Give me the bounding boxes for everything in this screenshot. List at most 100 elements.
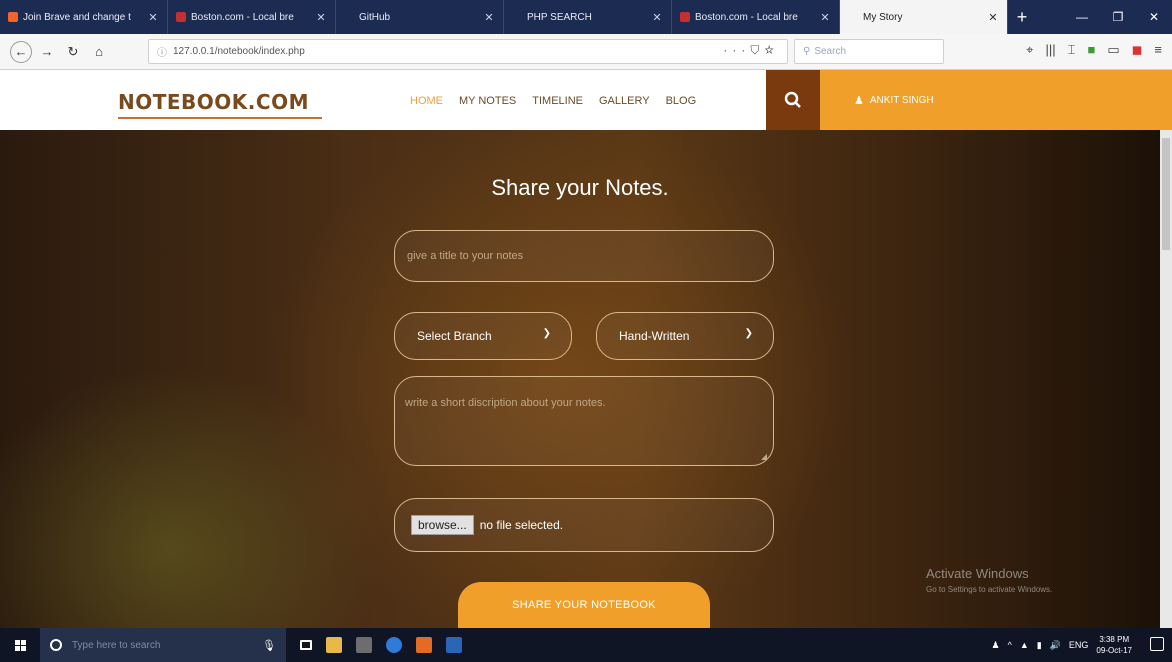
info-icon[interactable]: ⓘ bbox=[157, 44, 167, 59]
clock-date: 09-Oct-17 bbox=[1096, 646, 1132, 655]
home-icon[interactable]: ⌂ bbox=[88, 41, 110, 63]
library-icon[interactable]: ||| bbox=[1046, 42, 1056, 58]
tab-title: Boston.com - Local bre bbox=[695, 11, 798, 23]
user-menu[interactable]: ♟ ANKIT SINGH bbox=[820, 70, 1172, 130]
browser-tab[interactable]: Boston.com - Local bre ✕ bbox=[168, 0, 336, 34]
browser-tab-active[interactable]: My Story ✕ bbox=[840, 0, 1008, 34]
taskbar-search[interactable]: Type here to search 🎙 bbox=[40, 628, 286, 662]
menu-item-home[interactable]: HOME bbox=[410, 95, 443, 107]
more-actions-icon[interactable]: ··· bbox=[723, 43, 750, 57]
forward-icon[interactable]: → bbox=[36, 41, 58, 63]
logo-underline bbox=[118, 117, 322, 119]
share-notebook-button[interactable]: SHARE YOUR NOTEBOOK bbox=[458, 582, 710, 628]
browser-tab[interactable]: Join Brave and change t ✕ bbox=[0, 0, 168, 34]
tab-favicon-icon bbox=[848, 12, 858, 22]
volume-icon[interactable]: 🔊 bbox=[1050, 640, 1061, 651]
battery-icon[interactable]: ▮ bbox=[1037, 640, 1042, 651]
reader-icon[interactable]: ⌶ bbox=[1068, 42, 1076, 58]
tab-favicon-icon bbox=[8, 12, 18, 22]
user-name: ANKIT SINGH bbox=[869, 94, 934, 106]
activate-windows-watermark: Activate Windows Go to Settings to activ… bbox=[926, 566, 1052, 594]
browser-tools: ⌖ ||| ⌶ ■ ▭ ◼ ≡ bbox=[1026, 42, 1162, 58]
close-tab-icon[interactable]: ✕ bbox=[483, 11, 495, 24]
cortana-icon bbox=[50, 639, 62, 651]
tab-title: Join Brave and change t bbox=[23, 11, 131, 23]
clock[interactable]: 3:38 PM 09-Oct-17 bbox=[1096, 634, 1132, 656]
windows-taskbar: Type here to search 🎙 ♟ ^ ▲ ▮ 🔊 ENG 3:38… bbox=[0, 628, 1172, 662]
addon-icon[interactable]: ◼ bbox=[1132, 42, 1143, 58]
close-tab-icon[interactable]: ✕ bbox=[651, 11, 663, 24]
site-header: NOTEBOOK.COM HOME MY NOTES TIMELINE GALL… bbox=[0, 70, 1172, 130]
store-icon[interactable] bbox=[356, 637, 372, 653]
search-bar[interactable]: ⚲ Search bbox=[794, 39, 944, 64]
close-tab-icon[interactable]: ✕ bbox=[987, 11, 999, 24]
site-logo[interactable]: NOTEBOOK.COM bbox=[118, 90, 309, 114]
navigation-toolbar: ← → ↻ ⌂ ⓘ 127.0.0.1/notebook/index.php ·… bbox=[0, 34, 1172, 70]
chevron-down-icon: ❯ bbox=[744, 328, 753, 339]
office-icon[interactable] bbox=[416, 637, 432, 653]
pocket-icon[interactable]: ⛉ bbox=[750, 43, 764, 57]
word-icon[interactable] bbox=[446, 637, 462, 653]
windows-logo-icon bbox=[14, 639, 26, 651]
file-upload-field: browse... no file selected. bbox=[394, 498, 774, 552]
network-icon[interactable]: ▲ bbox=[1020, 640, 1029, 650]
extension-icon[interactable]: ■ bbox=[1087, 42, 1095, 58]
menu-item-blog[interactable]: BLOG bbox=[666, 95, 697, 107]
maximize-icon[interactable]: ❐ bbox=[1100, 0, 1136, 34]
search-icon bbox=[784, 91, 801, 108]
user-icon: ♟ bbox=[854, 94, 864, 107]
browser-tab[interactable]: GitHub ✕ bbox=[336, 0, 504, 34]
task-view-icon[interactable] bbox=[300, 640, 312, 650]
menu-item-my-notes[interactable]: MY NOTES bbox=[459, 95, 516, 107]
sidebar-icon[interactable]: ▭ bbox=[1107, 42, 1119, 58]
reload-icon[interactable]: ↻ bbox=[62, 41, 84, 63]
pin-icon[interactable]: ⌖ bbox=[1026, 42, 1033, 58]
people-icon[interactable]: ♟ bbox=[992, 640, 1000, 651]
resize-grip-icon[interactable]: ◢ bbox=[761, 452, 767, 461]
note-type-select[interactable]: Hand-Written ❯ bbox=[596, 312, 774, 360]
tab-favicon-icon bbox=[176, 12, 186, 22]
bookmark-star-icon[interactable]: ☆ bbox=[764, 43, 779, 57]
language-indicator[interactable]: ENG bbox=[1069, 640, 1089, 650]
back-icon[interactable]: ← bbox=[10, 40, 32, 63]
browse-button[interactable]: browse... bbox=[411, 515, 474, 535]
window-controls: — ❐ ✕ bbox=[1064, 0, 1172, 34]
description-textarea[interactable]: write a short discription about your not… bbox=[394, 376, 774, 466]
close-window-icon[interactable]: ✕ bbox=[1136, 0, 1172, 34]
browser-tab-strip: Join Brave and change t ✕ Boston.com - Lo… bbox=[0, 0, 1172, 34]
branch-select-value: Select Branch bbox=[417, 329, 492, 343]
page-scrollbar[interactable] bbox=[1160, 130, 1172, 628]
tab-favicon-icon bbox=[680, 12, 690, 22]
watermark-title: Activate Windows bbox=[926, 566, 1029, 581]
note-type-value: Hand-Written bbox=[619, 329, 690, 343]
close-tab-icon[interactable]: ✕ bbox=[147, 11, 159, 24]
browser-tab[interactable]: PHP SEARCH ✕ bbox=[504, 0, 672, 34]
search-icon: ⚲ bbox=[803, 46, 811, 57]
new-tab-button[interactable]: + bbox=[1008, 0, 1036, 34]
menu-icon[interactable]: ≡ bbox=[1154, 42, 1162, 58]
chevron-up-icon[interactable]: ^ bbox=[1008, 640, 1012, 650]
watermark-subtitle: Go to Settings to activate Windows. bbox=[926, 585, 1053, 594]
hero-section: Share your Notes. give a title to your n… bbox=[0, 130, 1160, 628]
taskbar-apps bbox=[300, 637, 462, 653]
start-button[interactable] bbox=[0, 639, 40, 651]
firefox-icon[interactable] bbox=[386, 637, 402, 653]
minimize-icon[interactable]: — bbox=[1064, 0, 1100, 34]
close-tab-icon[interactable]: ✕ bbox=[315, 11, 327, 24]
clock-time: 3:38 PM bbox=[1099, 635, 1130, 644]
file-explorer-icon[interactable] bbox=[326, 637, 342, 653]
notification-icon[interactable] bbox=[1150, 637, 1164, 651]
description-placeholder: write a short discription about your not… bbox=[405, 397, 606, 409]
tab-title: Boston.com - Local bre bbox=[191, 11, 294, 23]
microphone-icon[interactable]: 🎙 bbox=[262, 639, 276, 652]
branch-select[interactable]: Select Branch ❯ bbox=[394, 312, 572, 360]
file-status: no file selected. bbox=[479, 518, 564, 532]
close-tab-icon[interactable]: ✕ bbox=[819, 11, 831, 24]
site-search-button[interactable] bbox=[766, 70, 820, 130]
browser-tab[interactable]: Boston.com - Local bre ✕ bbox=[672, 0, 840, 34]
scrollbar-thumb[interactable] bbox=[1162, 138, 1170, 250]
address-bar[interactable]: ⓘ 127.0.0.1/notebook/index.php ···⛉☆ bbox=[148, 39, 788, 64]
menu-item-timeline[interactable]: TIMELINE bbox=[532, 95, 583, 107]
menu-item-gallery[interactable]: GALLERY bbox=[599, 95, 650, 107]
note-title-input[interactable]: give a title to your notes bbox=[394, 230, 774, 282]
